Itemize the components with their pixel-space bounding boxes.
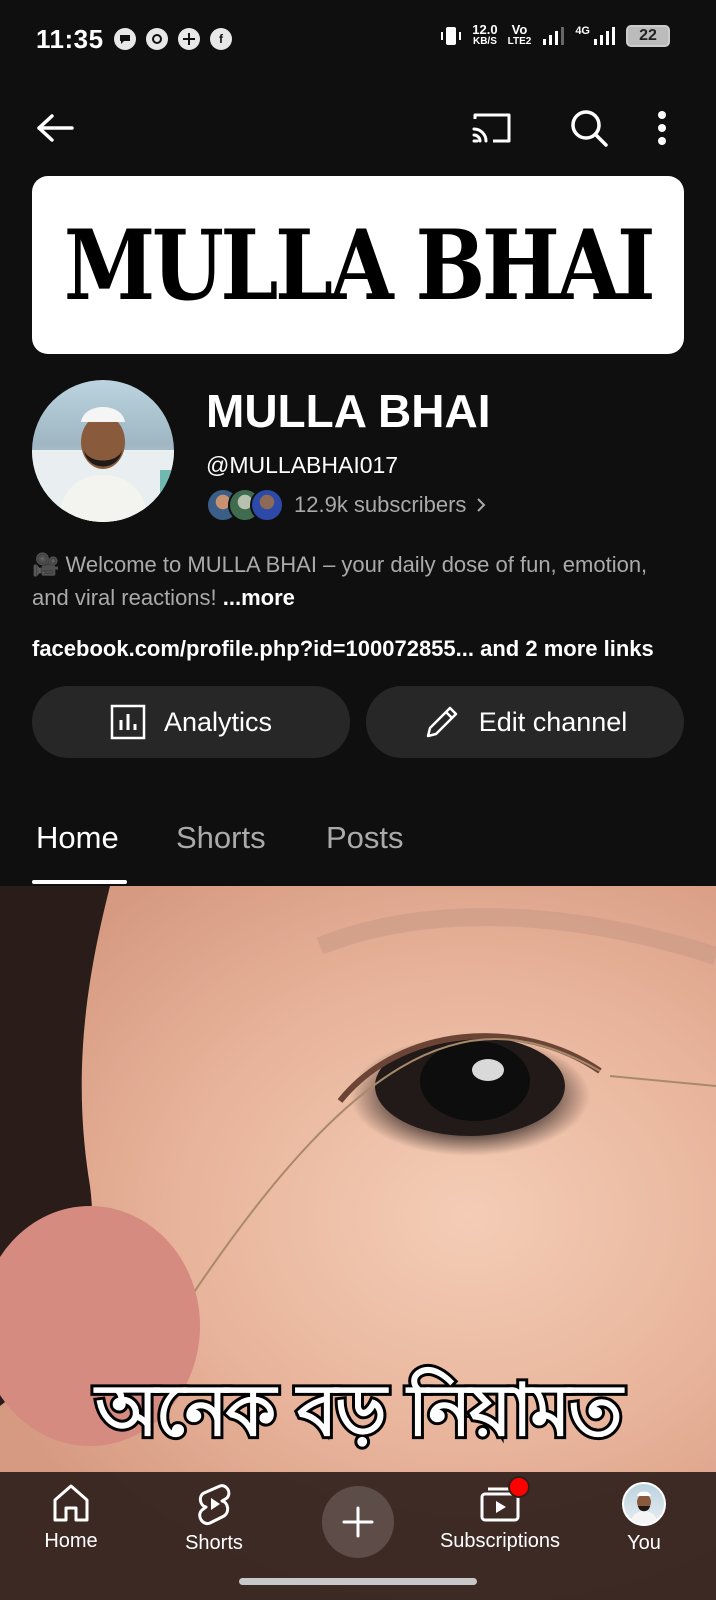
signal-icon-2: [594, 27, 615, 45]
create-button[interactable]: [322, 1486, 394, 1558]
app-icon: [146, 28, 168, 50]
nav-shorts[interactable]: Shorts: [178, 1482, 250, 1555]
subscriber-avatar: [250, 488, 284, 522]
notification-icons: f: [114, 28, 232, 50]
edit-channel-label: Edit channel: [478, 706, 628, 737]
channel-name: MULLA BHAI: [206, 385, 491, 437]
channel-banner[interactable]: MULLA BHAI: [32, 176, 684, 354]
more-links[interactable]: and 2 more links: [480, 636, 654, 661]
notification-dot: [508, 1476, 530, 1498]
nav-subscriptions[interactable]: Subscriptions: [438, 1476, 562, 1553]
nav-home-label: Home: [44, 1530, 98, 1552]
net-speed-unit: KB/S: [472, 36, 497, 47]
vibrate-icon: [441, 27, 462, 45]
status-right: 12.0 KB/S Vo LTE2 4G 22: [440, 22, 670, 48]
facebook-link[interactable]: facebook.com/profile.php?id=100072855...: [32, 636, 474, 661]
chevron-right-icon: [477, 498, 486, 512]
you-avatar-image: [630, 1491, 658, 1524]
channel-description[interactable]: 🎥 Welcome to MULLA BHAI – your daily dos…: [32, 548, 672, 614]
channel-links[interactable]: facebook.com/profile.php?id=100072855...…: [32, 636, 654, 662]
search-icon: [571, 110, 608, 147]
status-time: 11:35: [36, 24, 104, 54]
nav-you-label: You: [627, 1532, 661, 1554]
subscriptions-icon-wrap: [478, 1476, 530, 1524]
video-caption: অনেক বড় নিয়ামত: [92, 1365, 625, 1455]
search-button[interactable]: [565, 104, 613, 152]
analytics-button[interactable]: Analytics: [32, 686, 350, 758]
nav-subscriptions-label: Subscriptions: [439, 1530, 561, 1552]
home-icon: [53, 1484, 89, 1522]
more-link[interactable]: ...more: [223, 585, 295, 610]
more-vert-icon: [658, 111, 666, 145]
nav-you[interactable]: You: [620, 1482, 668, 1555]
facebook-icon: f: [210, 28, 232, 50]
signal-icon: [543, 27, 565, 45]
tab-indicator: [32, 880, 127, 884]
you-avatar: [622, 1482, 666, 1526]
pencil-icon: [426, 706, 457, 738]
analytics-label: Analytics: [163, 706, 273, 737]
tab-posts[interactable]: Posts: [326, 820, 404, 856]
analytics-icon: [110, 704, 146, 740]
cast-button[interactable]: [468, 104, 516, 152]
pinwheel-icon: [178, 28, 200, 50]
nav-home[interactable]: Home: [36, 1482, 106, 1553]
volte-label: Vo: [511, 22, 528, 37]
plus-icon: [342, 1506, 374, 1538]
chat-icon: [114, 28, 136, 50]
shorts-icon: [198, 1484, 231, 1526]
volte-indicator: Vo LTE2: [507, 22, 532, 48]
tab-shorts[interactable]: Shorts: [176, 820, 266, 856]
cast-icon: [472, 113, 511, 143]
network-type: 4G: [575, 25, 590, 37]
banner-text: MULLA BHAI: [63, 208, 656, 322]
net-speed: 12.0 KB/S: [472, 22, 498, 48]
lte-label: LTE2: [507, 36, 532, 47]
back-button[interactable]: [31, 104, 79, 152]
avatar-photo: [32, 407, 174, 522]
subscriber-avatars: [206, 488, 284, 522]
tab-home[interactable]: Home: [36, 820, 119, 856]
channel-avatar[interactable]: [32, 380, 174, 522]
subscriber-count: 12.9k subscribers: [294, 492, 467, 517]
channel-handle: @MULLABHAI017: [206, 452, 399, 478]
subscribers-row[interactable]: 12.9k subscribers: [206, 488, 486, 522]
battery-icon: 22: [626, 25, 670, 47]
nav-shorts-label: Shorts: [185, 1532, 243, 1554]
arrow-left-icon: [37, 114, 74, 142]
net-speed-value: 12.0: [472, 22, 498, 37]
edit-channel-button[interactable]: Edit channel: [366, 686, 684, 758]
description-text: 🎥 Welcome to MULLA BHAI – your daily dos…: [32, 552, 648, 610]
home-indicator: [239, 1578, 477, 1585]
more-options-button[interactable]: [648, 104, 676, 152]
